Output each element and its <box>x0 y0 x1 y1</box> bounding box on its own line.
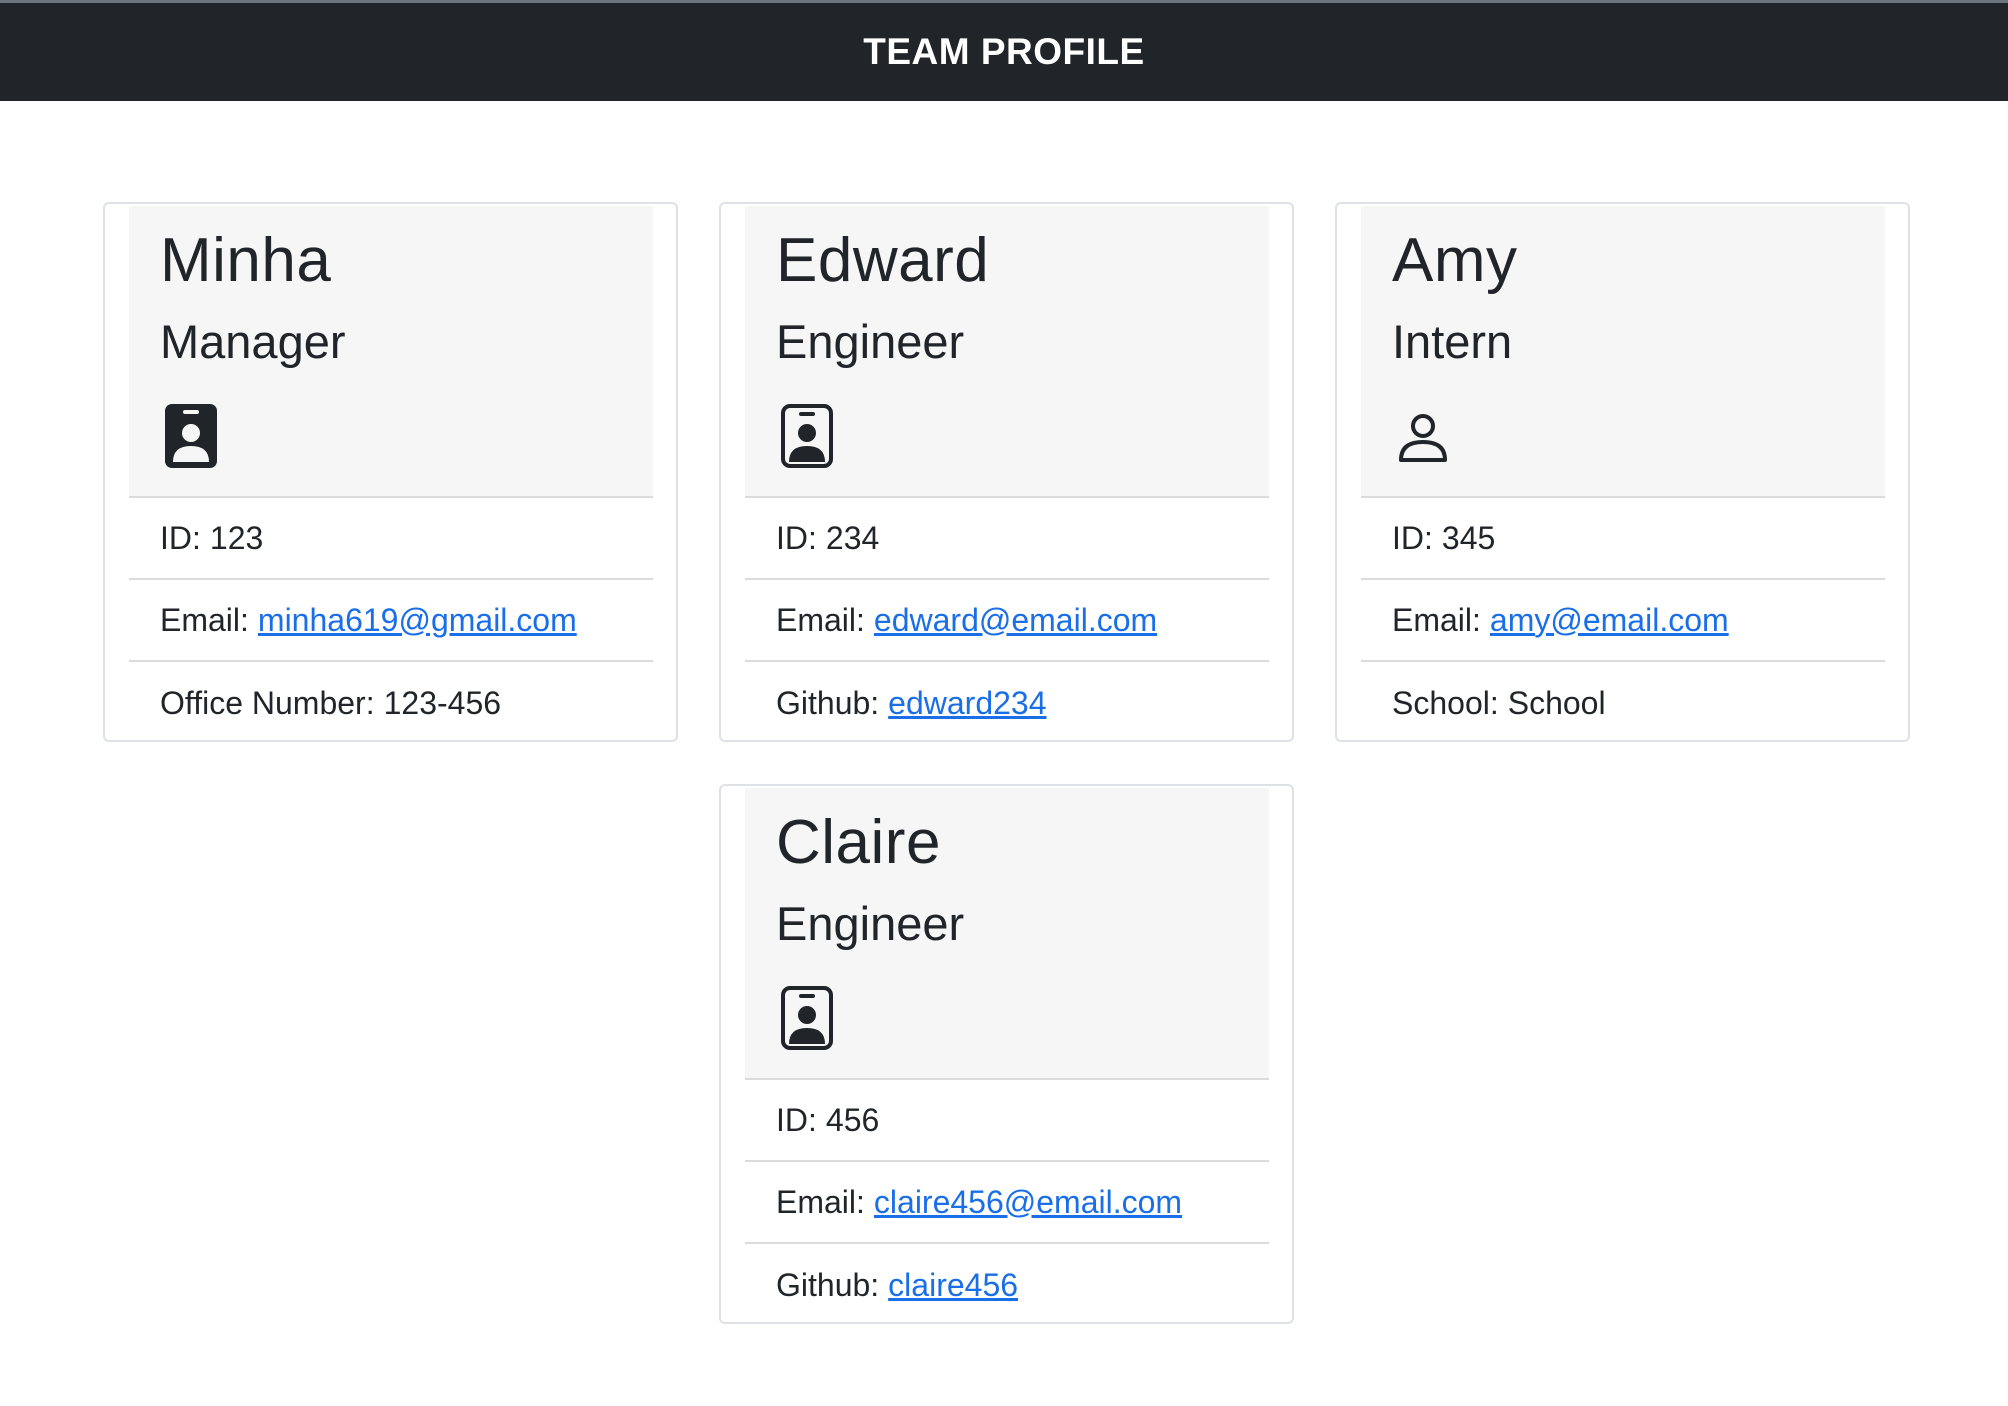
email-link[interactable]: edward@email.com <box>874 602 1157 639</box>
employee-card-claire: Claire Engineer ID: 456 Email: claire456… <box>719 784 1294 1324</box>
id-label: ID: <box>160 519 201 556</box>
github-link[interactable]: edward234 <box>888 685 1046 722</box>
id-badge-icon <box>165 404 217 468</box>
id-label: ID: <box>1392 519 1433 556</box>
employee-id-row: ID: 234 <box>745 498 1269 580</box>
person-outline-icon <box>1399 414 1447 462</box>
employee-role: Engineer <box>776 897 965 950</box>
office-number-label: Office Number: <box>160 684 375 721</box>
employee-id-row: ID: 123 <box>129 498 653 580</box>
office-number-row: Office Number: 123-456 <box>129 662 653 744</box>
github-label: Github: <box>776 684 880 721</box>
employee-email-row: Email: edward@email.com <box>745 580 1269 662</box>
github-row: Github: edward234 <box>745 662 1269 744</box>
employee-email-row: Email: minha619@gmail.com <box>129 580 653 662</box>
school-row: School: School <box>1361 662 1885 744</box>
github-link[interactable]: claire456 <box>888 1267 1018 1304</box>
email-label: Email: <box>160 601 249 638</box>
employee-card-edward: Edward Engineer ID: 234 Email: edward@em… <box>719 202 1294 742</box>
employee-role: Engineer <box>776 315 965 368</box>
email-label: Email: <box>776 601 865 638</box>
email-link[interactable]: minha619@gmail.com <box>258 602 577 639</box>
id-label: ID: <box>776 1101 817 1138</box>
employee-name: Amy <box>1392 226 1518 295</box>
card-header: Minha Manager <box>129 206 653 498</box>
card-header: Amy Intern <box>1361 206 1885 498</box>
employee-card-amy: Amy Intern ID: 345 Email: amy@email.com … <box>1335 202 1910 742</box>
id-badge-icon <box>781 404 833 468</box>
id-value: 123 <box>209 519 264 556</box>
email-label: Email: <box>1392 601 1481 638</box>
id-badge-icon <box>781 986 833 1050</box>
card-header: Claire Engineer <box>745 788 1269 1080</box>
card-header: Edward Engineer <box>745 206 1269 498</box>
id-value: 456 <box>825 1101 880 1138</box>
id-value: 345 <box>1441 519 1496 556</box>
employee-name: Claire <box>776 808 941 877</box>
school-value: School <box>1507 684 1606 721</box>
email-link[interactable]: amy@email.com <box>1490 602 1729 639</box>
github-row: Github: claire456 <box>745 1244 1269 1326</box>
employee-card-minha: Minha Manager ID: 123 Email: minha619@gm… <box>103 202 678 742</box>
office-number-value: 123-456 <box>383 684 502 721</box>
page-header: TEAM PROFILE <box>0 0 2008 101</box>
id-label: ID: <box>776 519 817 556</box>
github-label: Github: <box>776 1266 880 1303</box>
employee-id-row: ID: 345 <box>1361 498 1885 580</box>
employee-email-row: Email: amy@email.com <box>1361 580 1885 662</box>
page-title: TEAM PROFILE <box>863 31 1145 72</box>
employee-email-row: Email: claire456@email.com <box>745 1162 1269 1244</box>
employee-id-row: ID: 456 <box>745 1080 1269 1162</box>
school-label: School: <box>1392 684 1499 721</box>
email-label: Email: <box>776 1183 865 1220</box>
employee-name: Edward <box>776 226 990 295</box>
employee-role: Manager <box>160 315 346 368</box>
employee-name: Minha <box>160 226 332 295</box>
employee-role: Intern <box>1392 315 1513 368</box>
email-link[interactable]: claire456@email.com <box>874 1184 1182 1221</box>
id-value: 234 <box>825 519 880 556</box>
